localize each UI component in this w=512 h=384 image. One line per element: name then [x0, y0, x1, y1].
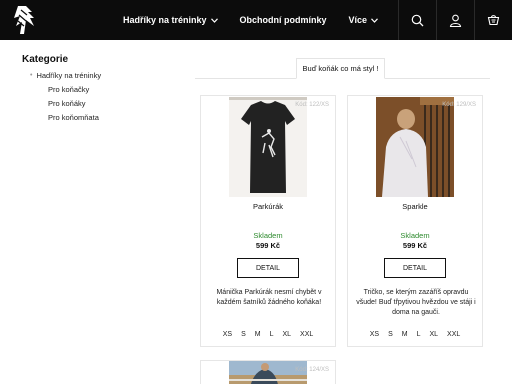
horse-logo-icon[interactable] [12, 4, 38, 36]
size-option: XS [222, 331, 233, 338]
size-option: XXL [447, 331, 461, 338]
size-option: L [416, 331, 421, 338]
product-card[interactable]: Kód: 124/XS [200, 360, 336, 384]
cart-button[interactable] [474, 0, 512, 40]
product-price: 599 Kč [402, 241, 428, 250]
sidebar-item-for-kids[interactable]: Pro koňomňata [48, 113, 172, 122]
nav-item-terms[interactable]: Obchodní podmínky [240, 15, 327, 25]
size-option: XL [282, 331, 292, 338]
product-description: Tričko, se kterým zazáříš opravdu všude!… [356, 289, 476, 316]
main-nav: Hadříky na tréninky Obchodní podmínky Ví… [123, 0, 400, 40]
header-icons [398, 0, 512, 40]
filter-tab[interactable]: Buď koňák co má styl ! [296, 58, 385, 79]
nav-item-label: Obchodní podmínky [239, 15, 327, 25]
detail-button[interactable]: DETAIL [237, 258, 299, 278]
stock-status: Skladem [253, 231, 283, 240]
product-image[interactable] [376, 97, 454, 197]
nav-item-label: Hadříky na tréninky [123, 15, 207, 25]
sidebar-title: Kategorie [22, 54, 69, 65]
filter-tab-label: Buď koňák co má styl ! [302, 64, 379, 73]
size-list: XS S M L XL XXL [201, 331, 335, 338]
bullet-icon: • [30, 72, 33, 79]
size-list: XS S M L XL XXL [348, 331, 482, 338]
product-image[interactable] [229, 97, 307, 197]
stable-photo-icon [376, 97, 454, 197]
size-option: XS [369, 331, 380, 338]
size-option: XL [429, 331, 439, 338]
size-option: M [401, 331, 408, 338]
size-option: M [254, 331, 261, 338]
size-option: S [388, 331, 393, 338]
sidebar-item-training-clothes[interactable]: • Hadříky na tréninky [30, 71, 172, 80]
nav-item-training-clothes[interactable]: Hadříky na tréninky [123, 15, 218, 25]
top-navigation-bar: Hadříky na tréninky Obchodní podmínky Ví… [0, 0, 512, 40]
product-code: Kód: 124/XS [295, 367, 329, 373]
size-option: XXL [300, 331, 314, 338]
category-sidebar: Kategorie • Hadříky na tréninky Pro koňa… [22, 54, 172, 127]
sidebar-item-label: Hadříky na tréninky [36, 71, 102, 80]
product-name[interactable]: Parkúrák [201, 202, 335, 211]
account-button[interactable] [436, 0, 474, 40]
search-icon [411, 14, 424, 26]
product-price: 599 Kč [255, 241, 281, 250]
product-description: Mánička Parkúrák nesmí chybět v každém š… [216, 289, 322, 306]
stock-status: Skladem [400, 231, 430, 240]
product-card[interactable]: Kód: 129/XS Sparkle Skladem 599 Kč DETAI… [347, 95, 483, 347]
product-name[interactable]: Sparkle [348, 202, 482, 211]
cart-icon [487, 14, 500, 25]
nav-item-label: Více [348, 15, 368, 25]
size-option: L [269, 331, 274, 338]
detail-button[interactable]: DETAIL [384, 258, 446, 278]
nav-item-more[interactable]: Více [349, 15, 379, 25]
chevron-down-icon [210, 17, 218, 23]
sidebar-item-for-girls[interactable]: Pro koňačky [48, 85, 172, 94]
product-card[interactable]: Kód: 122/XS Parkúrák Skladem 599 Kč DETA… [200, 95, 336, 347]
tshirt-photo-icon [229, 97, 307, 197]
product-code: Kód: 122/XS [295, 102, 329, 108]
user-icon [449, 14, 462, 27]
size-option: S [241, 331, 246, 338]
sidebar-item-for-boys[interactable]: Pro koňáky [48, 99, 172, 108]
search-button[interactable] [398, 0, 436, 40]
product-code: Kód: 129/XS [442, 102, 476, 108]
chevron-down-icon [371, 17, 378, 23]
